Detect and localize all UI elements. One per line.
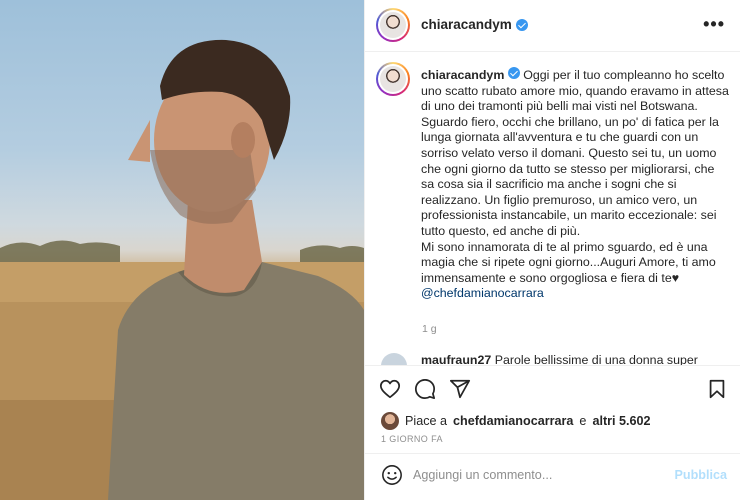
liker-avatar[interactable] <box>381 412 399 430</box>
emoji-icon <box>382 465 402 485</box>
save-button[interactable] <box>707 378 727 405</box>
comment-text: Parole bellissime di una donna super <box>494 353 698 365</box>
post-header: chiaracandym ••• <box>365 0 740 52</box>
likes-count[interactable]: altri 5.602 <box>592 414 650 428</box>
comments-section: chiaracandym Oggi per il tuo compleanno … <box>365 53 740 365</box>
verified-badge-icon <box>515 18 528 31</box>
post-photo[interactable] <box>0 0 364 500</box>
author-username[interactable]: chiaracandym <box>421 17 528 32</box>
caption-text-1: Oggi per il tuo compleanno ho scelto uno… <box>421 68 729 238</box>
post-actions: Piace a chefdamianocarrara e altri 5.602… <box>365 365 740 495</box>
comment-input[interactable] <box>413 465 663 485</box>
likes-prefix: Piace a <box>405 414 448 428</box>
commenter-username[interactable]: maufraun27 <box>421 353 491 365</box>
add-comment-bar: Pubblica <box>365 453 740 496</box>
like-button[interactable] <box>379 378 401 405</box>
emoji-button[interactable] <box>381 464 403 491</box>
post-date[interactable]: 1 GIORNO FA <box>381 434 443 444</box>
post-panel: chiaracandym ••• chiaracandym Oggi per i… <box>364 0 740 500</box>
bookmark-icon <box>709 379 725 399</box>
caption-avatar[interactable] <box>376 62 410 96</box>
comment-item: maufraun27 Parole bellissime di una donn… <box>421 353 698 365</box>
caption-username[interactable]: chiaracandym <box>421 68 504 82</box>
comment-icon <box>414 378 436 400</box>
heart-emoji: ♥ <box>671 270 680 285</box>
photo-scene <box>0 39 364 500</box>
post-caption: chiaracandym Oggi per il tuo compleanno … <box>421 67 729 302</box>
likes-connector: e <box>579 414 587 428</box>
liker-username[interactable]: chefdamianocarrara <box>453 414 573 428</box>
commenter-avatar[interactable] <box>381 353 407 365</box>
heart-icon <box>379 379 401 399</box>
verified-badge-icon <box>507 67 520 79</box>
more-options-button[interactable]: ••• <box>703 14 725 35</box>
share-icon <box>449 379 471 399</box>
likes-summary: Piace a chefdamianocarrara e altri 5.602 <box>381 412 651 430</box>
author-avatar[interactable] <box>376 8 410 42</box>
comment-button[interactable] <box>414 378 436 405</box>
author-username-label[interactable]: chiaracandym <box>421 17 512 32</box>
caption-timestamp[interactable]: 1 g <box>422 323 437 335</box>
share-button[interactable] <box>449 378 471 405</box>
more-horizontal-icon: ••• <box>703 14 725 34</box>
mention-link[interactable]: @chefdamianocarrara <box>421 286 544 300</box>
publish-button[interactable]: Pubblica <box>675 468 727 482</box>
